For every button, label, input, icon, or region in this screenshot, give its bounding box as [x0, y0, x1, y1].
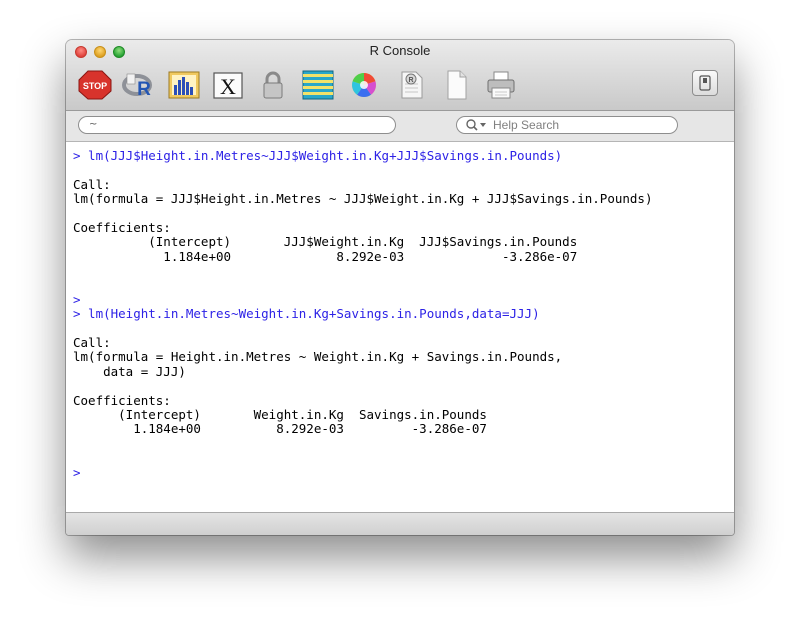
svg-text:STOP: STOP: [83, 81, 107, 91]
show-history-button[interactable]: [301, 70, 335, 100]
console-command-line: >: [73, 464, 81, 480]
print-button[interactable]: [484, 70, 518, 100]
console-output-line: lm(formula = Height.in.Metres ~ Weight.i…: [73, 349, 563, 365]
console-output-line: [73, 279, 652, 293]
console-output-line: lm(formula = JJJ$Height.in.Metres ~ JJJ$…: [73, 191, 653, 207]
window-title: R Console: [369, 43, 431, 58]
blank-document-icon: [447, 70, 467, 100]
console-output-line: [73, 207, 652, 221]
console-output-line: [73, 451, 652, 465]
console-output-line: Coefficients:: [73, 392, 171, 408]
console-command-line: >: [73, 291, 81, 307]
console-output-line: Coefficients:: [73, 219, 171, 235]
console-output-line: data = JJJ): [73, 363, 186, 379]
svg-text:R: R: [408, 77, 413, 84]
search-icon: [466, 119, 486, 131]
source-script-button[interactable]: R: [122, 70, 156, 100]
bar-chart-icon: [168, 71, 200, 99]
set-colors-button[interactable]: [347, 70, 381, 100]
open-document-button[interactable]: R: [394, 70, 428, 100]
color-wheel-icon: [352, 73, 376, 97]
console-output-line: [73, 322, 652, 336]
stop-button[interactable]: STOP: [78, 70, 112, 100]
authentication-button[interactable]: [256, 70, 290, 100]
x11-button[interactable]: X: [211, 70, 245, 100]
console-output-line: (Intercept) Weight.in.Kg Savings.in.Poun…: [73, 407, 487, 423]
console-output-line: [73, 437, 652, 451]
working-directory-field[interactable]: ~: [78, 116, 396, 134]
console-output-line: (Intercept) JJJ$Weight.in.Kg JJJ$Savings…: [73, 234, 578, 250]
console-output[interactable]: > lm(JJJ$Height.in.Metres~JJJ$Weight.in.…: [66, 142, 734, 512]
padlock-icon: [263, 71, 283, 99]
console-text[interactable]: > lm(JJJ$Height.in.Metres~JJJ$Weight.in.…: [73, 148, 653, 480]
title-bar[interactable]: R Console STOP R X R: [66, 40, 734, 111]
console-output-line: Call:: [73, 335, 111, 351]
console-output-line: [73, 163, 652, 177]
striped-list-icon: [302, 70, 334, 100]
console-output-line: [73, 379, 652, 393]
console-command-line: > lm(Height.in.Metres~Weight.in.Kg+Savin…: [73, 306, 540, 322]
console-output-line: Call:: [73, 176, 111, 192]
r-logo-icon: R: [122, 73, 152, 100]
help-search-placeholder: Help Search: [493, 118, 560, 132]
document-search-icon: R: [401, 71, 423, 99]
search-bar: ~ Help Search: [66, 111, 734, 142]
console-output-line: 1.184e+00 8.292e-03 -3.286e-07: [73, 421, 487, 437]
console-output-line: [73, 264, 652, 278]
help-search-field[interactable]: Help Search: [456, 116, 678, 134]
status-bar: [66, 512, 734, 535]
new-document-button[interactable]: [439, 70, 473, 100]
r-console-window: R Console STOP R X R ~ Help Search > lm(…: [66, 40, 734, 535]
printer-icon: [487, 71, 515, 99]
quartz-button[interactable]: [167, 70, 201, 100]
console-output-line: 1.184e+00 8.292e-03 -3.286e-07: [73, 248, 578, 264]
svg-text:R: R: [137, 79, 151, 100]
console-command-line: > lm(JJJ$Height.in.Metres~JJJ$Weight.in.…: [73, 148, 563, 163]
svg-text:X: X: [220, 74, 236, 99]
toolbar-toggle-icon: [699, 75, 711, 91]
toolbar-toggle-button[interactable]: [692, 70, 718, 96]
